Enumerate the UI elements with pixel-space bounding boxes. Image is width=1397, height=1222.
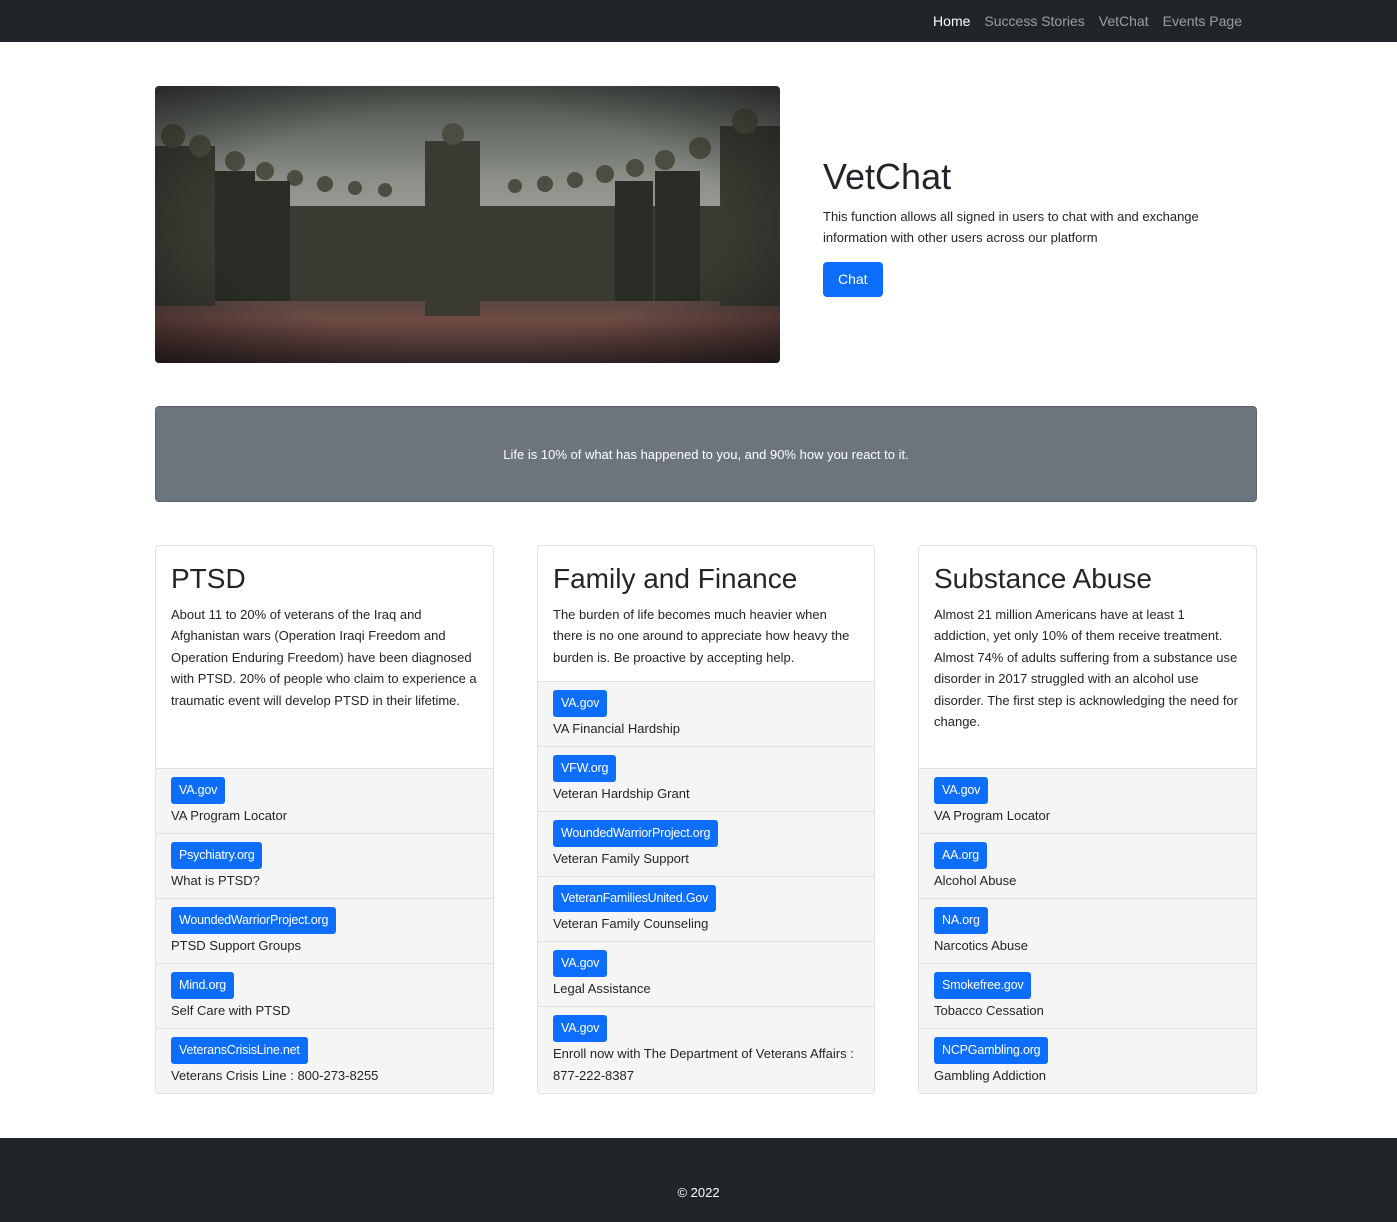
resource-description: Self Care with PTSD bbox=[171, 1003, 291, 1018]
quote-banner: Life is 10% of what has happened to you,… bbox=[155, 406, 1257, 502]
resource-description: Veteran Family Support bbox=[553, 851, 689, 866]
list-item: VeteranFamiliesUnited.Gov Veteran Family… bbox=[538, 876, 874, 941]
card-title: Family and Finance bbox=[553, 563, 798, 594]
resource-link-button[interactable]: VA.gov bbox=[553, 950, 608, 977]
resource-description: Tobacco Cessation bbox=[934, 1003, 1044, 1018]
hero-title: VetChat bbox=[823, 156, 952, 197]
list-item: VA.gov Enroll now with The Department of… bbox=[538, 1006, 874, 1092]
resource-link-button[interactable]: VeteranFamiliesUnited.Gov bbox=[553, 885, 717, 912]
resource-link-button[interactable]: VA.gov bbox=[553, 1015, 608, 1042]
resource-link-button[interactable]: VA.gov bbox=[171, 777, 226, 804]
resource-link-button[interactable]: WoundedWarriorProject.org bbox=[553, 820, 719, 847]
resource-list: VA.gov VA Program Locator AA.org Alcohol… bbox=[919, 768, 1256, 1093]
soldiers-photo-icon bbox=[155, 86, 780, 363]
nav-success-stories[interactable]: Success Stories bbox=[977, 13, 1091, 29]
quote-text: Life is 10% of what has happened to you,… bbox=[503, 446, 909, 462]
resource-description: Enroll now with The Department of Vetera… bbox=[553, 1046, 854, 1083]
resource-description: Gambling Addiction bbox=[934, 1068, 1047, 1083]
resource-description: VA Program Locator bbox=[171, 808, 288, 823]
top-navbar: Home Success Stories VetChat Events Page bbox=[0, 0, 1397, 42]
card-body: PTSD About 11 to 20% of veterans of the … bbox=[156, 546, 493, 711]
resource-link-button[interactable]: Smokefree.gov bbox=[934, 972, 1032, 999]
nav-vetchat[interactable]: VetChat bbox=[1092, 13, 1156, 29]
list-item: NCPGambling.org Gambling Addiction bbox=[919, 1028, 1256, 1093]
list-item: Mind.org Self Care with PTSD bbox=[156, 963, 493, 1028]
resource-description: What is PTSD? bbox=[171, 873, 260, 888]
card-family-finance: Family and Finance The burden of life be… bbox=[537, 545, 875, 1094]
resource-description: Veteran Hardship Grant bbox=[553, 786, 690, 801]
resource-link-button[interactable]: AA.org bbox=[934, 842, 988, 869]
list-item: VeteransCrisisLine.net Veterans Crisis L… bbox=[156, 1028, 493, 1093]
nav-home[interactable]: Home bbox=[926, 13, 977, 29]
list-item: Psychiatry.org What is PTSD? bbox=[156, 833, 493, 898]
resource-link-button[interactable]: NA.org bbox=[934, 907, 988, 934]
resource-description: Veterans Crisis Line : 800-273-8255 bbox=[171, 1068, 379, 1083]
resource-list: VA.gov VA Program Locator Psychiatry.org… bbox=[156, 768, 493, 1093]
resource-link-button[interactable]: Psychiatry.org bbox=[171, 842, 263, 869]
list-item: VA.gov VA Program Locator bbox=[156, 768, 493, 833]
resource-link-button[interactable]: VA.gov bbox=[934, 777, 989, 804]
card-body: Substance Abuse Almost 21 million Americ… bbox=[919, 546, 1256, 733]
resource-link-button[interactable]: VFW.org bbox=[553, 755, 617, 782]
card-body: Family and Finance The burden of life be… bbox=[538, 546, 874, 668]
resource-description: PTSD Support Groups bbox=[171, 938, 302, 953]
nav-links: Home Success Stories VetChat Events Page bbox=[926, 0, 1249, 42]
footer: © 2022 bbox=[0, 1138, 1397, 1222]
resource-description: VA Program Locator bbox=[934, 808, 1051, 823]
list-item: WoundedWarriorProject.org Veteran Family… bbox=[538, 811, 874, 876]
resource-description: Legal Assistance bbox=[553, 981, 651, 996]
resource-link-button[interactable]: VA.gov bbox=[553, 690, 608, 717]
card-text: The burden of life becomes much heavier … bbox=[553, 606, 850, 665]
resource-description: VA Financial Hardship bbox=[553, 721, 680, 736]
card-substance-abuse: Substance Abuse Almost 21 million Americ… bbox=[918, 545, 1257, 1094]
list-item: WoundedWarriorProject.org PTSD Support G… bbox=[156, 898, 493, 963]
list-item: AA.org Alcohol Abuse bbox=[919, 833, 1256, 898]
hero-description: This function allows all signed in users… bbox=[823, 209, 1199, 246]
list-item: VA.gov Legal Assistance bbox=[538, 941, 874, 1006]
resource-description: Alcohol Abuse bbox=[934, 873, 1017, 888]
card-text: About 11 to 20% of veterans of the Iraq … bbox=[171, 606, 477, 708]
list-item: VA.gov VA Program Locator bbox=[919, 768, 1256, 833]
copyright-text: © 2022 bbox=[677, 1184, 720, 1200]
resource-link-button[interactable]: Mind.org bbox=[171, 972, 235, 999]
resource-list: VA.gov VA Financial Hardship VFW.org Vet… bbox=[538, 681, 874, 1092]
resource-link-button[interactable]: NCPGambling.org bbox=[934, 1037, 1049, 1064]
card-text: Almost 21 million Americans have at leas… bbox=[934, 606, 1238, 730]
nav-events-page[interactable]: Events Page bbox=[1156, 13, 1249, 29]
resource-link-button[interactable]: WoundedWarriorProject.org bbox=[171, 907, 337, 934]
resource-description: Narcotics Abuse bbox=[934, 938, 1028, 953]
hero-content: VetChat This function allows all signed … bbox=[823, 155, 1253, 298]
list-item: Smokefree.gov Tobacco Cessation bbox=[919, 963, 1256, 1028]
chat-button[interactable]: Chat bbox=[823, 262, 883, 298]
card-ptsd: PTSD About 11 to 20% of veterans of the … bbox=[155, 545, 494, 1094]
card-title: PTSD bbox=[171, 563, 246, 594]
resource-description: Veteran Family Counseling bbox=[553, 916, 709, 931]
list-item: NA.org Narcotics Abuse bbox=[919, 898, 1256, 963]
list-item: VFW.org Veteran Hardship Grant bbox=[538, 746, 874, 811]
resource-link-button[interactable]: VeteransCrisisLine.net bbox=[171, 1037, 308, 1064]
hero-image bbox=[155, 86, 780, 363]
card-title: Substance Abuse bbox=[934, 563, 1152, 594]
list-item: VA.gov VA Financial Hardship bbox=[538, 681, 874, 746]
